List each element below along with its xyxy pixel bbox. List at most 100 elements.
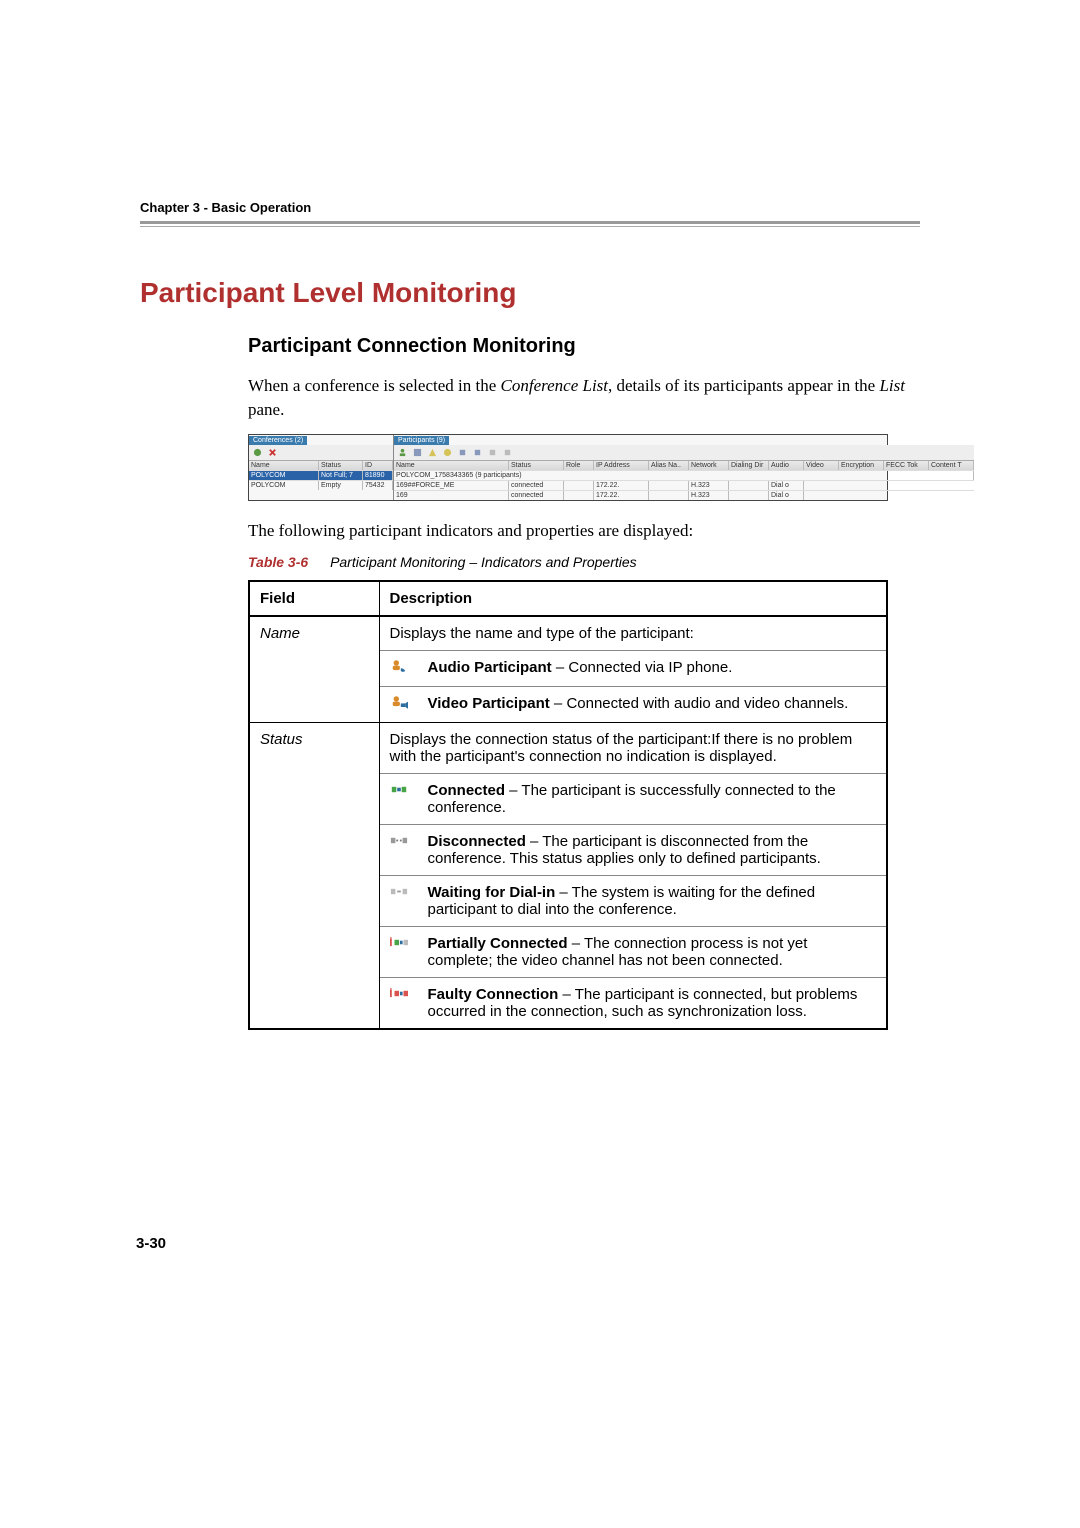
col: Network (689, 461, 729, 470)
table-caption: Table 3-6 Participant Monitoring – Indic… (248, 554, 920, 570)
participant-group: POLYCOM_1758343365 (9 participants) (394, 470, 974, 480)
audio-participant-desc: Audio Participant – Connected via IP pho… (418, 651, 888, 687)
participant-row: 169 connected 172.22. H.323 Dial o (394, 490, 974, 500)
th-desc: Description (379, 581, 887, 616)
cell (649, 481, 689, 490)
bold: Video Participant (428, 695, 550, 712)
italic-conference-list: Conference List (501, 376, 609, 395)
cell: Dial o (769, 481, 804, 490)
disconnected-icon (379, 825, 418, 876)
screenshot-participants-pane: Conferences (2) Name Status ID POLYCOM N… (248, 434, 888, 501)
col-name: Name (249, 461, 319, 470)
cell: Not Full; 7 (319, 471, 363, 480)
cell (649, 491, 689, 500)
col: IP Address (594, 461, 649, 470)
text: When a conference is selected in the (248, 376, 501, 395)
bold: Partially Connected (428, 935, 568, 952)
audio-participant-icon (379, 651, 418, 687)
toolbar-icon (503, 448, 512, 457)
delete-icon (268, 448, 277, 457)
video-participant-icon (379, 687, 418, 723)
name-desc: Displays the name and type of the partic… (379, 616, 887, 651)
waiting-dialin-icon (379, 876, 418, 927)
conference-row-selected: POLYCOM Not Full; 7 81890 (249, 470, 393, 480)
italic-list: List (879, 376, 905, 395)
bold: Connected (428, 782, 506, 799)
col: Dialing Dir (729, 461, 769, 470)
cell: 172.22. (594, 491, 649, 500)
cell: 81890 (363, 471, 393, 480)
connected-icon (379, 774, 418, 825)
toolbar-icon (443, 448, 452, 457)
disconnected-desc: Disconnected – The participant is discon… (418, 825, 888, 876)
video-participant-desc: Video Participant – Connected with audio… (418, 687, 888, 723)
status-desc: Displays the connection status of the pa… (379, 723, 887, 774)
toolbar-icon (473, 448, 482, 457)
waiting-dialin-desc: Waiting for Dial-in – The system is wait… (418, 876, 888, 927)
text: – Connected via IP phone. (552, 659, 733, 676)
cell: Empty (319, 481, 363, 490)
new-conf-icon (253, 448, 262, 457)
col: Encryption (839, 461, 884, 470)
bold: Audio Participant (428, 659, 552, 676)
add-participant-icon (398, 448, 407, 457)
col: Alias Na.. (649, 461, 689, 470)
bold: Faulty Connection (428, 986, 559, 1003)
bold: Waiting for Dial-in (428, 884, 556, 901)
col: Content T (929, 461, 974, 470)
toolbar-icon (413, 448, 422, 457)
cell: Dial o (769, 491, 804, 500)
cell: POLYCOM (249, 471, 319, 480)
page-number: 3-30 (136, 1235, 166, 1252)
field-name: Name (249, 616, 379, 723)
col-status: Status (319, 461, 363, 470)
cell (729, 491, 769, 500)
bold: Disconnected (428, 833, 526, 850)
partially-connected-icon (379, 927, 418, 978)
cell (729, 481, 769, 490)
chapter-header: Chapter 3 - Basic Operation (140, 200, 920, 215)
heading-1: Participant Level Monitoring (140, 277, 920, 309)
cell: POLYCOM (249, 481, 319, 490)
toolbar-icon (488, 448, 497, 457)
properties-table: Field Description Name Displays the name… (248, 580, 888, 1030)
text: – Connected with audio and video channel… (550, 695, 849, 712)
cell: 169 (394, 491, 509, 500)
heading-2: Participant Connection Monitoring (248, 335, 920, 358)
col: Name (394, 461, 509, 470)
cell: H.323 (689, 491, 729, 500)
cell (564, 481, 594, 490)
col-id: ID (363, 461, 393, 470)
text: pane. (248, 400, 284, 419)
th-field: Field (249, 581, 379, 616)
participants-toolbar (394, 445, 974, 461)
group-label: POLYCOM_1758343365 (9 participants) (394, 471, 974, 480)
field-status: Status (249, 723, 379, 1030)
connected-desc: Connected – The participant is successfu… (418, 774, 888, 825)
col: Role (564, 461, 594, 470)
col: Video (804, 461, 839, 470)
table-ref: Table 3-6 (248, 554, 308, 570)
conferences-toolbar (249, 445, 393, 461)
toolbar-icon (458, 448, 467, 457)
partially-connected-desc: Partially Connected – The connection pro… (418, 927, 888, 978)
cell: connected (509, 481, 564, 490)
toolbar-icon (428, 448, 437, 457)
col: Status (509, 461, 564, 470)
cell: 172.22. (594, 481, 649, 490)
col: FECC Tok (884, 461, 929, 470)
cell: H.323 (689, 481, 729, 490)
header-rule-thin (140, 226, 920, 227)
cell: 75432 (363, 481, 393, 490)
tab-conferences: Conferences (2) (249, 436, 307, 445)
header-rule-thick (140, 221, 920, 224)
intro-paragraph-2: The following participant indicators and… (248, 519, 920, 543)
col: Audio (769, 461, 804, 470)
cell: connected (509, 491, 564, 500)
participant-row: 169##FORCE_ME connected 172.22. H.323 Di… (394, 480, 974, 490)
intro-paragraph-1: When a conference is selected in the Con… (248, 374, 920, 422)
faulty-connection-desc: Faulty Connection – The participant is c… (418, 978, 888, 1030)
faulty-connection-icon (379, 978, 418, 1030)
text: , details of its participants appear in … (608, 376, 879, 395)
conference-row: POLYCOM Empty 75432 (249, 480, 393, 490)
